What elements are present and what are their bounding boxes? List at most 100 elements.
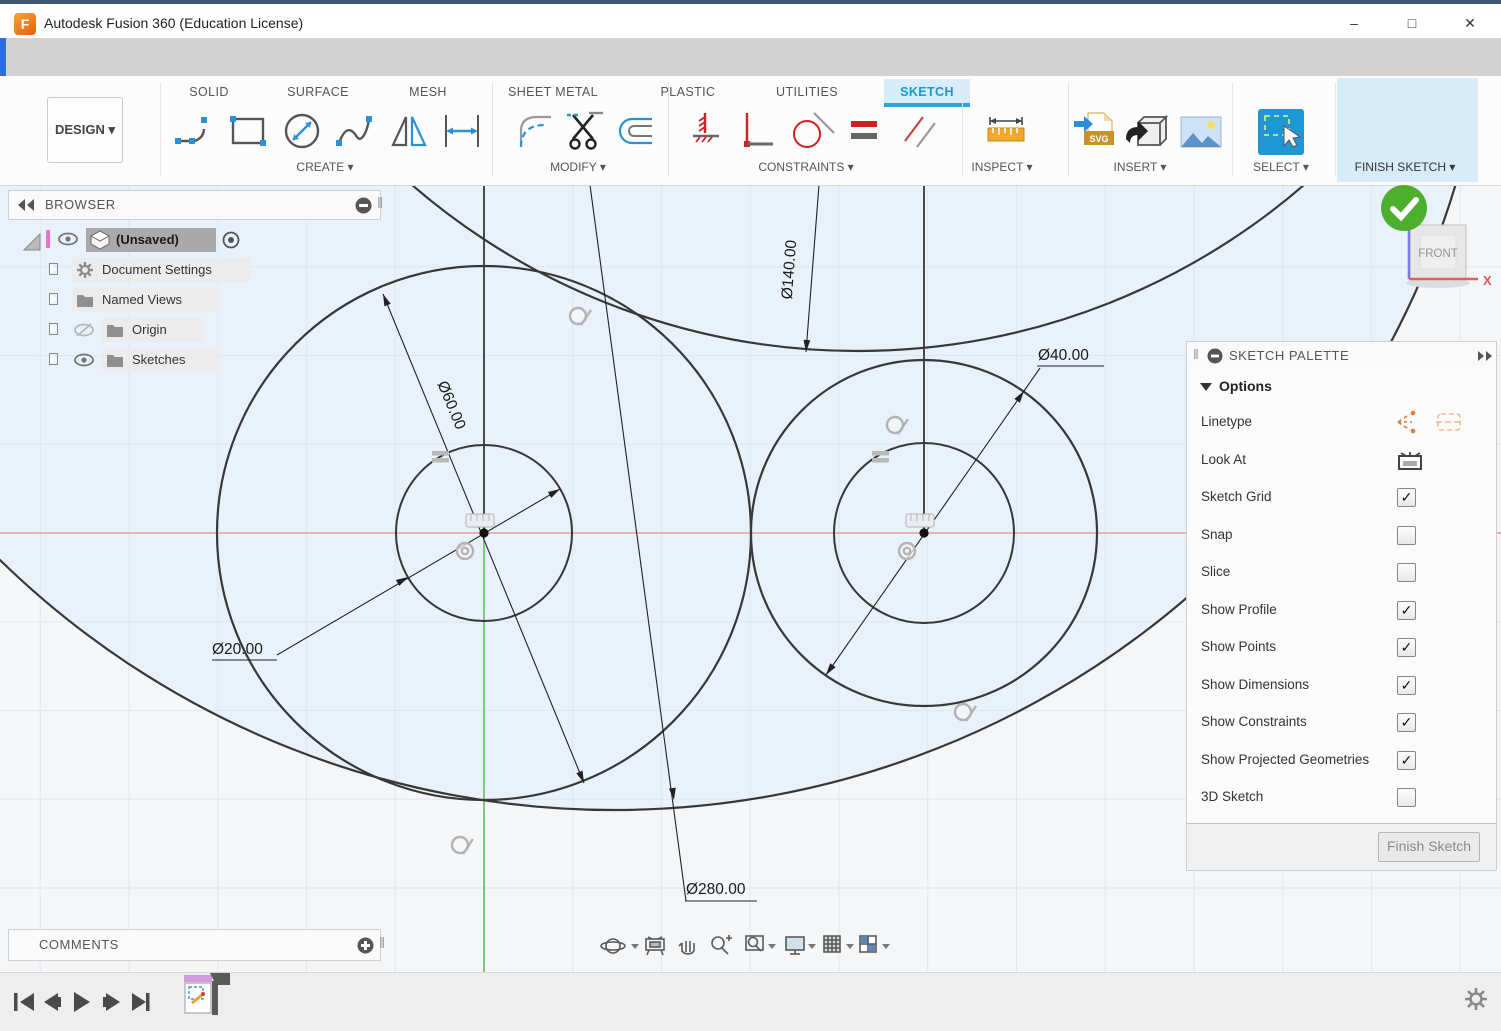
show-dimensions-checkbox[interactable]: ✓: [1397, 676, 1416, 695]
tab-sheet-metal[interactable]: SHEET METAL: [494, 79, 612, 105]
sketch-palette-header[interactable]: ‖ SKETCH PALETTE: [1186, 341, 1497, 370]
offset-icon[interactable]: [612, 109, 656, 157]
show-projected-geometries-checkbox[interactable]: ✓: [1397, 751, 1416, 770]
visibility-off-eye-icon[interactable]: [74, 322, 94, 338]
zoom-icon[interactable]: [712, 935, 732, 954]
tab-sketch[interactable]: SKETCH: [884, 79, 970, 105]
finish-sketch-check-icon[interactable]: [1378, 182, 1432, 236]
select-icon[interactable]: [1258, 109, 1306, 157]
dim-label-d40[interactable]: Ø40.00: [1038, 347, 1089, 364]
section-constraints[interactable]: CONSTRAINTS ▾: [746, 160, 866, 174]
centerline-linetype-icon[interactable]: [1436, 414, 1462, 430]
show-points-checkbox[interactable]: ✓: [1397, 638, 1416, 657]
expand-arrow-icon[interactable]: [50, 294, 57, 304]
parallel-constraint-icon[interactable]: [897, 109, 941, 157]
finish-sketch-palette-button[interactable]: Finish Sketch: [1378, 832, 1480, 862]
browser-item-document-settings[interactable]: Document Settings: [50, 258, 350, 282]
right-center-point[interactable]: [919, 528, 928, 537]
viewports-icon[interactable]: [860, 936, 876, 952]
tab-solid[interactable]: SOLID: [170, 79, 248, 105]
tab-plastic[interactable]: PLASTIC: [644, 79, 732, 105]
timeline-marker[interactable]: [210, 973, 230, 1015]
add-comment-icon[interactable]: [357, 937, 374, 954]
viewcube-front-face[interactable]: FRONT: [1418, 248, 1458, 260]
step-back-icon[interactable]: [44, 993, 61, 1011]
visibility-eye-icon[interactable]: [74, 352, 94, 368]
look-at-icon[interactable]: [646, 937, 664, 955]
section-modify[interactable]: MODIFY ▾: [518, 160, 638, 174]
show-constraints-checkbox[interactable]: ✓: [1397, 713, 1416, 732]
browser-item-label[interactable]: Origin: [132, 322, 167, 337]
design-workspace-selector[interactable]: DESIGN ▾: [47, 97, 123, 163]
browser-resize-triangle-icon[interactable]: [22, 232, 42, 252]
go-to-end-icon[interactable]: [132, 993, 150, 1011]
equal-constraint-icon[interactable]: [845, 109, 885, 157]
navigation-toolbar[interactable]: [598, 930, 898, 962]
browser-item-origin[interactable]: Origin: [50, 318, 350, 342]
tangent-constraint-icon[interactable]: [788, 109, 836, 157]
perpendicular-constraint-icon[interactable]: [733, 109, 777, 157]
expand-arrow-icon[interactable]: [50, 324, 57, 334]
pan-icon[interactable]: [679, 941, 694, 954]
mirror-icon[interactable]: [387, 109, 431, 157]
3d-sketch-checkbox[interactable]: [1397, 788, 1416, 807]
insert-mesh-icon[interactable]: [1122, 109, 1168, 159]
left-center-point[interactable]: [479, 528, 488, 537]
sketch-grid-checkbox[interactable]: ✓: [1397, 488, 1416, 507]
trim-icon[interactable]: [563, 109, 607, 157]
look-at-icon[interactable]: [1397, 449, 1425, 473]
options-section-title[interactable]: Options: [1219, 378, 1272, 394]
go-to-start-icon[interactable]: [14, 993, 34, 1011]
options-collapse-icon[interactable]: [1200, 382, 1212, 392]
minimize-button[interactable]: –: [1340, 12, 1368, 34]
browser-root-row[interactable]: (Unsaved): [46, 228, 266, 252]
collapse-browser-icon[interactable]: [17, 198, 37, 212]
show-profile-checkbox[interactable]: ✓: [1397, 601, 1416, 620]
expand-arrow-icon[interactable]: [50, 264, 57, 274]
section-inspect[interactable]: INSPECT ▾: [942, 160, 1062, 174]
section-insert[interactable]: INSERT ▾: [1080, 160, 1200, 174]
create-circle-icon[interactable]: [280, 109, 324, 157]
browser-item-named-views[interactable]: Named Views: [50, 288, 350, 312]
browser-item-label[interactable]: Document Settings: [102, 262, 212, 277]
create-spline-icon[interactable]: [333, 109, 377, 157]
browser-panel-header[interactable]: BROWSER ‖: [8, 190, 381, 220]
play-icon[interactable]: [74, 992, 90, 1012]
snap-checkbox[interactable]: [1397, 526, 1416, 545]
tab-utilities[interactable]: UTILITIES: [760, 79, 854, 105]
step-forward-icon[interactable]: [103, 993, 120, 1011]
insert-image-icon[interactable]: [1178, 109, 1224, 159]
browser-item-label[interactable]: Named Views: [102, 292, 182, 307]
orbit-icon[interactable]: [601, 939, 625, 953]
create-line-icon[interactable]: [172, 109, 216, 157]
browser-item-label[interactable]: Sketches: [132, 352, 185, 367]
dim-label-d280[interactable]: Ø280.00: [686, 881, 746, 898]
construction-linetype-icon[interactable]: [1396, 410, 1466, 434]
activate-radio-icon[interactable]: [222, 231, 240, 249]
palette-collapse-circle-icon[interactable]: [1207, 348, 1223, 364]
root-document-label[interactable]: (Unsaved): [116, 232, 179, 247]
browser-grip-icon[interactable]: ‖: [377, 195, 384, 212]
section-create[interactable]: CREATE ▾: [265, 160, 385, 174]
dim-label-d20[interactable]: Ø20.00: [212, 641, 263, 658]
timeline-sketch-feature[interactable]: [182, 973, 242, 1025]
comments-grip-icon[interactable]: ‖: [379, 935, 386, 952]
slice-checkbox[interactable]: [1397, 563, 1416, 582]
tab-mesh[interactable]: MESH: [390, 79, 466, 105]
visibility-eye-icon[interactable]: [58, 231, 78, 247]
palette-grip-icon[interactable]: ‖: [1193, 346, 1199, 362]
nav-dropdown-carets[interactable]: [631, 944, 890, 949]
create-rectangle-icon[interactable]: [226, 109, 270, 157]
browser-collapse-circle-icon[interactable]: [355, 197, 372, 214]
dock-right-icon[interactable]: [1477, 350, 1493, 362]
comments-bar[interactable]: COMMENTS ‖: [8, 929, 381, 961]
timeline-settings-gear-icon[interactable]: [1462, 985, 1490, 1013]
tab-surface[interactable]: SURFACE: [272, 79, 364, 105]
maximize-button[interactable]: □: [1398, 12, 1426, 34]
browser-item-sketches[interactable]: Sketches: [50, 348, 350, 372]
sketch-dimension-icon[interactable]: [440, 109, 484, 157]
grid-icon[interactable]: [824, 936, 840, 952]
close-button[interactable]: ✕: [1456, 12, 1484, 34]
fit-icon[interactable]: [746, 936, 763, 951]
fixed-constraint-icon[interactable]: [685, 109, 725, 157]
